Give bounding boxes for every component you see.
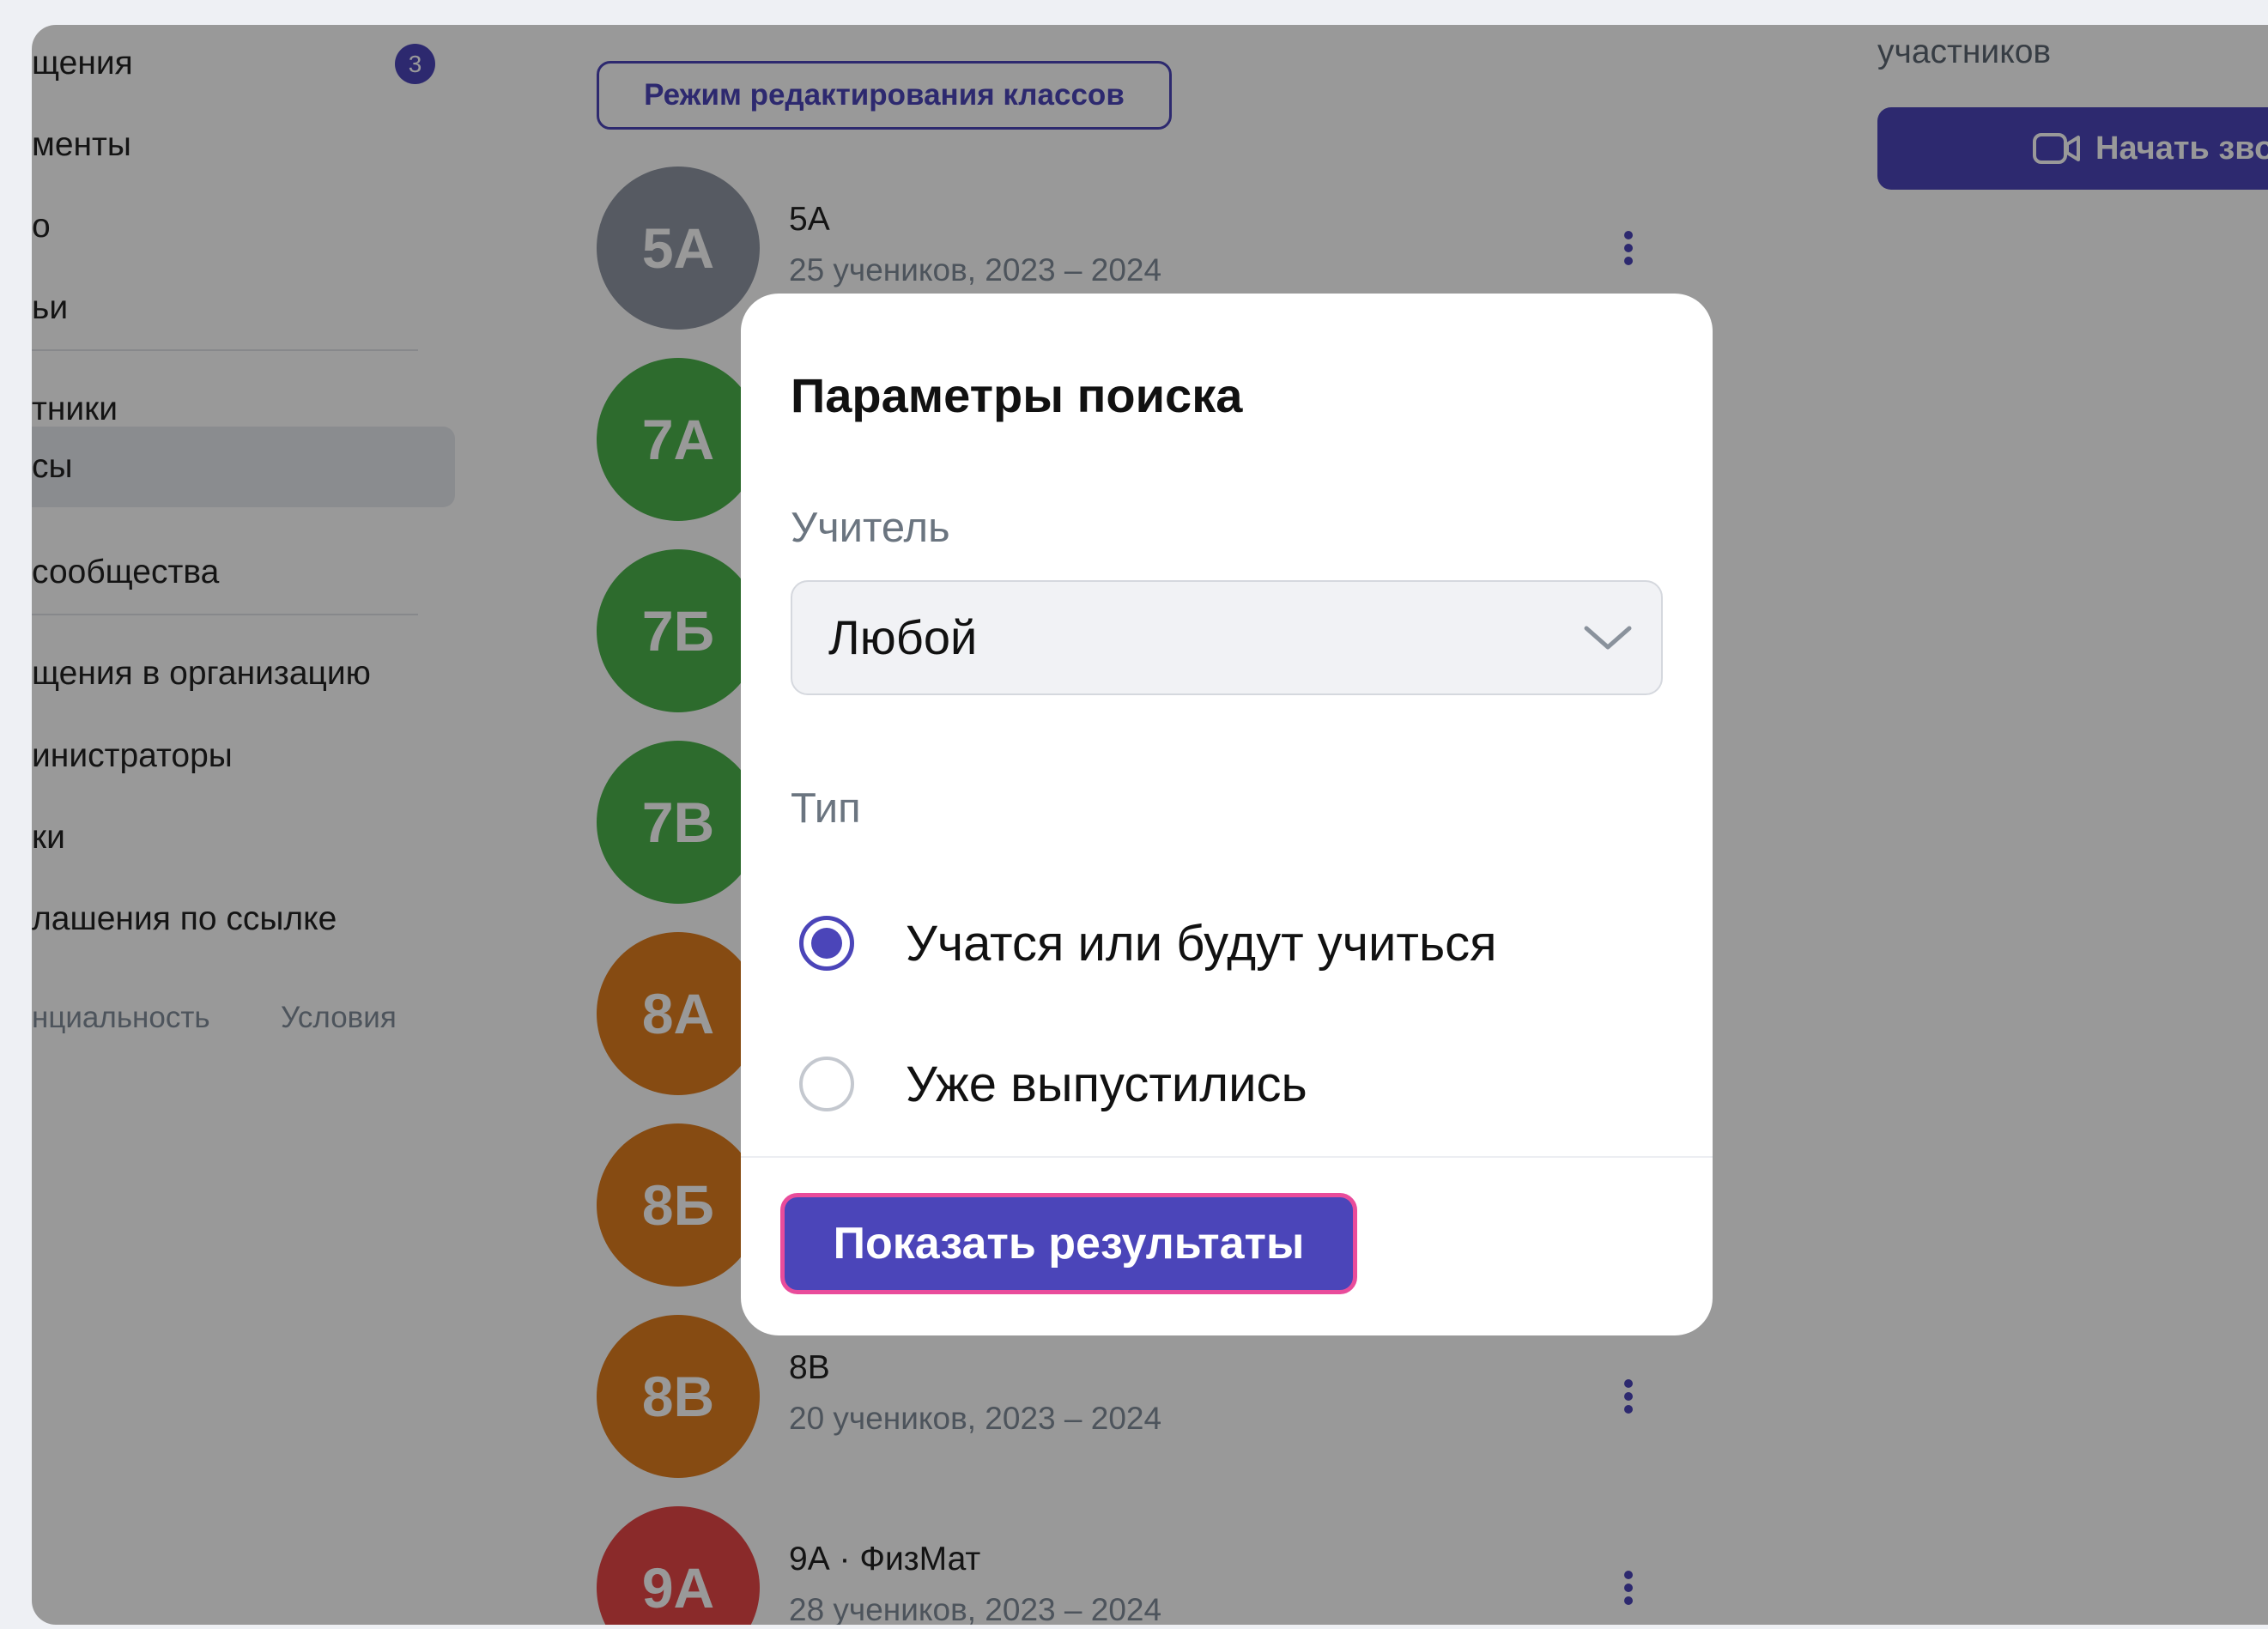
- chevron-down-icon: [1582, 623, 1634, 657]
- type-label: Тип: [791, 785, 861, 832]
- modal-divider: [741, 1156, 1713, 1158]
- teacher-select-value: Любой: [828, 610, 978, 664]
- type-option-label: Учатся или будут учиться: [906, 916, 1497, 972]
- type-option-current[interactable]: Учатся или будут учиться: [799, 911, 1658, 980]
- search-params-modal: Параметры поиска Учитель Любой Тип Учатс…: [741, 294, 1713, 1335]
- app-screen: щения 3 менты о ьи тники сы сообщества щ…: [32, 25, 2268, 1625]
- type-option-graduated[interactable]: Уже выпустились: [799, 1052, 1658, 1121]
- radio-unselected-icon[interactable]: [799, 1057, 854, 1111]
- teacher-label: Учитель: [791, 505, 950, 551]
- show-results-button[interactable]: Показать результаты: [780, 1193, 1357, 1294]
- modal-title: Параметры поиска: [791, 368, 1243, 422]
- type-option-label: Уже выпустились: [906, 1057, 1307, 1112]
- radio-selected-icon[interactable]: [799, 916, 854, 971]
- teacher-select[interactable]: Любой: [791, 580, 1663, 695]
